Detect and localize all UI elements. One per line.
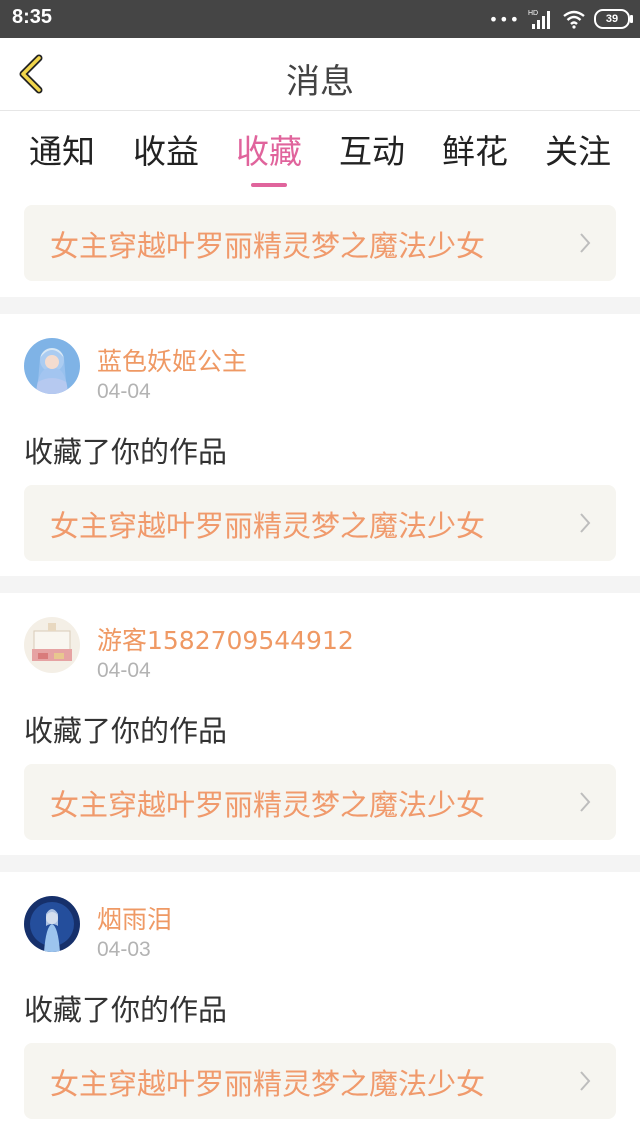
chevron-right-icon [580, 513, 591, 533]
user-name[interactable]: 烟雨泪 [97, 900, 172, 936]
tab-favorites[interactable]: 收藏 [217, 125, 321, 187]
signal-icon: HD [528, 10, 550, 29]
avatar[interactable] [24, 617, 80, 673]
tab-interaction[interactable]: 互动 [320, 125, 424, 173]
status-bar: 8:35 ••• HD 39 [0, 0, 640, 38]
message-date: 04-03 [97, 938, 151, 961]
message-item: 蓝色妖姬公主 04-04 收藏了你的作品 女主穿越叶罗丽精灵梦之魔法少女 [0, 314, 640, 576]
message-item: 游客1582709544912 04-04 收藏了你的作品 女主穿越叶罗丽精灵梦… [0, 593, 640, 855]
tab-favorites-label: 收藏 [236, 132, 302, 171]
avatar[interactable] [24, 338, 80, 394]
work-title: 女主穿越叶罗丽精灵梦之魔法少女 [50, 788, 486, 822]
tab-bar: 通知 收益 收藏 互动 鲜花 关注 [0, 111, 640, 193]
chevron-right-icon [580, 233, 591, 253]
status-icons: ••• HD 39 [488, 4, 633, 34]
top-work-section: 女主穿越叶罗丽精灵梦之魔法少女 [0, 193, 640, 297]
tab-flowers[interactable]: 鲜花 [423, 125, 527, 173]
work-card[interactable]: 女主穿越叶罗丽精灵梦之魔法少女 [24, 764, 616, 840]
message-action: 收藏了你的作品 [24, 714, 228, 748]
work-title: 女主穿越叶罗丽精灵梦之魔法少女 [50, 229, 486, 263]
tab-income[interactable]: 收益 [114, 125, 218, 173]
chevron-right-icon [580, 792, 591, 812]
work-title: 女主穿越叶罗丽精灵梦之魔法少女 [50, 509, 486, 543]
wifi-icon [563, 10, 585, 29]
active-tab-indicator [251, 183, 287, 187]
tab-following[interactable]: 关注 [526, 125, 630, 173]
message-item: 烟雨泪 04-03 收藏了你的作品 女主穿越叶罗丽精灵梦之魔法少女 [0, 872, 640, 1138]
status-time: 8:35 [12, 6, 53, 28]
battery-icon: 39 [594, 9, 633, 29]
work-card[interactable]: 女主穿越叶罗丽精灵梦之魔法少女 [24, 205, 616, 281]
message-date: 04-04 [97, 380, 151, 403]
work-card[interactable]: 女主穿越叶罗丽精灵梦之魔法少女 [24, 1043, 616, 1119]
chevron-right-icon [580, 1071, 591, 1091]
message-action: 收藏了你的作品 [24, 435, 228, 469]
network-type-label: HD [528, 10, 538, 17]
more-dots-icon: ••• [488, 9, 520, 29]
message-date: 04-04 [97, 659, 151, 682]
work-card[interactable]: 女主穿越叶罗丽精灵梦之魔法少女 [24, 485, 616, 561]
message-action: 收藏了你的作品 [24, 993, 228, 1027]
avatar[interactable] [24, 896, 80, 952]
app-header: 消息 [0, 38, 640, 111]
tab-notice[interactable]: 通知 [10, 125, 114, 173]
user-name[interactable]: 游客1582709544912 [97, 621, 354, 657]
user-name[interactable]: 蓝色妖姬公主 [97, 342, 247, 378]
work-title: 女主穿越叶罗丽精灵梦之魔法少女 [50, 1067, 486, 1101]
page-title: 消息 [286, 62, 354, 102]
